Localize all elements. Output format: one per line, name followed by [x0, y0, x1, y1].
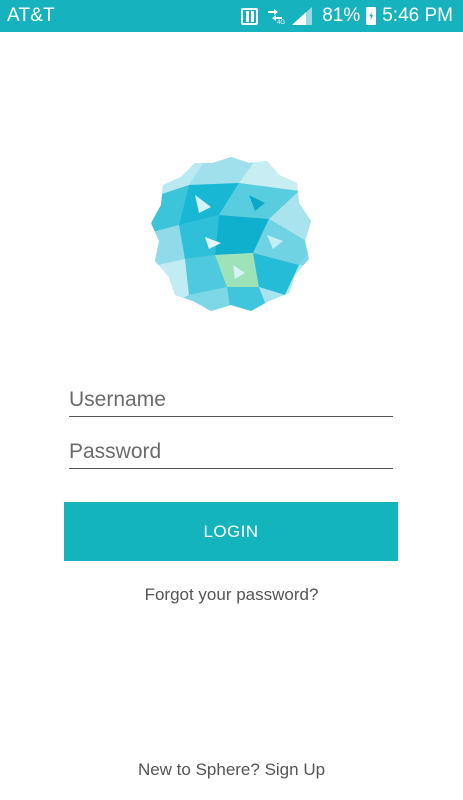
username-input[interactable] [69, 384, 393, 417]
status-icons: 4G 81% 5:46 PM [235, 4, 453, 28]
sphere-logo-icon [151, 157, 311, 311]
battery-charging-icon [366, 7, 377, 25]
carrier-label: AT&T [7, 5, 55, 26]
login-screen: AT&T 4G 81% 5:46 PM Username LOGIN Forgo… [0, 0, 463, 800]
password-input[interactable] [69, 436, 393, 469]
data-sync-icon: 4G [268, 9, 286, 25]
nfc-icon [241, 7, 259, 25]
svg-text:4G: 4G [277, 20, 285, 25]
signup-link[interactable]: New to Sphere? Sign Up [0, 760, 463, 780]
signal-icon [292, 7, 313, 25]
login-button[interactable]: LOGIN [64, 502, 398, 561]
status-bar: AT&T 4G 81% 5:46 PM [0, 0, 463, 32]
forgot-password-link[interactable]: Forgot your password? [0, 585, 463, 605]
clock-label: 5:46 PM [382, 5, 453, 26]
battery-percent: 81% [322, 5, 361, 26]
